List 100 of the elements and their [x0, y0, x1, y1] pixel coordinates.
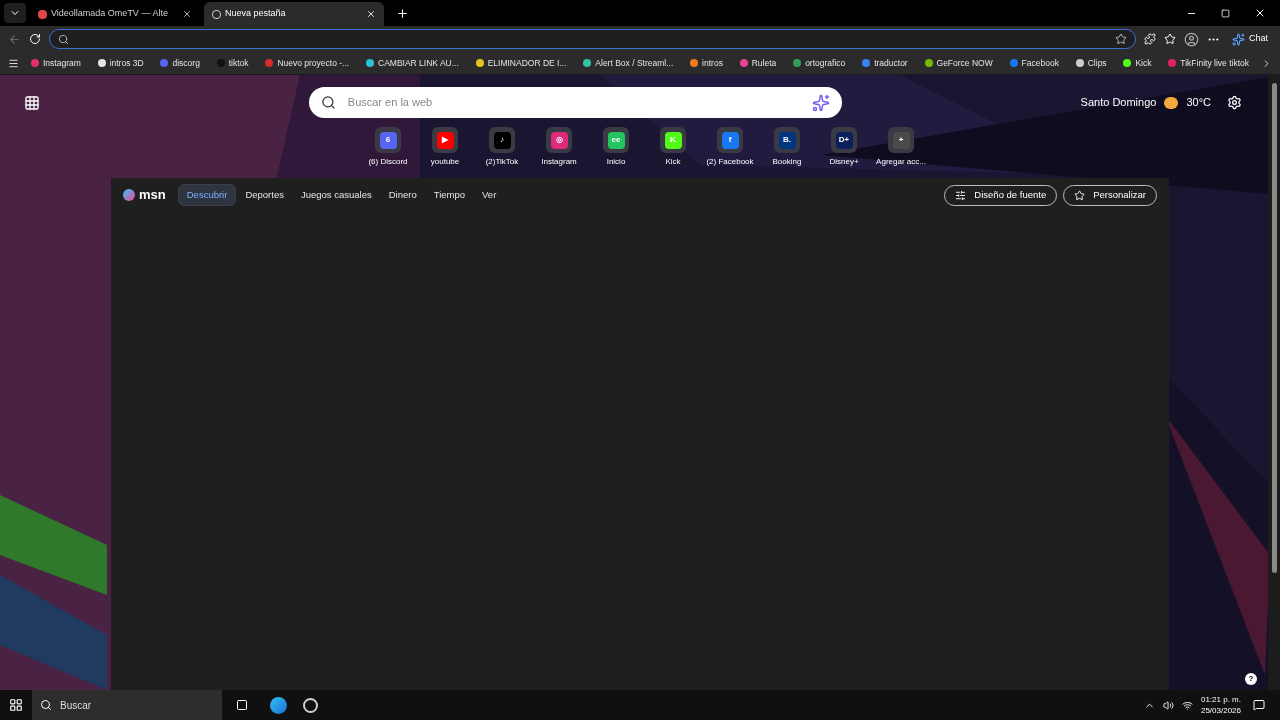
bookmark-link[interactable]: GeForce NOW	[936, 56, 993, 70]
browser-app-icon[interactable]	[270, 696, 287, 714]
bookmark-link[interactable]: Instagram	[43, 56, 81, 70]
tab-list-button[interactable]	[4, 3, 26, 23]
shortcut-label: (2)TikTok	[485, 156, 519, 168]
close-icon[interactable]	[366, 9, 376, 19]
apps-icon[interactable]	[24, 94, 40, 111]
network-icon[interactable]	[1181, 699, 1193, 711]
back-icon[interactable]	[8, 32, 21, 46]
feed-tab[interactable]: Ver	[474, 184, 505, 206]
circle-app-icon[interactable]	[303, 697, 318, 713]
shortcut-tile[interactable]: ee Inicio	[593, 127, 639, 168]
shortcut-tile[interactable]: + Agregar acc...	[878, 127, 924, 168]
shortcut-icon: B.	[778, 131, 796, 149]
taskbar-search-field[interactable]: Buscar	[32, 690, 222, 720]
bookmark-link[interactable]: Alert Box / Streaml...	[595, 56, 674, 70]
sliders-icon	[955, 189, 967, 201]
shortcut-icon: D+	[835, 131, 853, 149]
new-tab-icon[interactable]	[396, 6, 409, 20]
extensions-icon[interactable]	[1144, 33, 1156, 45]
feed-tab[interactable]: Tiempo	[425, 184, 474, 206]
shortcut-tile[interactable]: ◎ Instagram	[536, 127, 582, 168]
maximize-icon[interactable]	[1221, 8, 1230, 18]
shortcut-label: Agregar acc...	[876, 156, 926, 168]
bookmark-link[interactable]: Kick	[1135, 56, 1152, 70]
shortcut-tile[interactable]: f (2) Facebook	[707, 127, 753, 168]
shortcut-icon: ▶	[436, 131, 454, 149]
star-icon	[1074, 189, 1086, 201]
shortcut-icon: ee	[607, 131, 625, 149]
tab-favicon-icon	[38, 9, 47, 19]
clock-date: 25/03/2026	[1200, 705, 1241, 716]
search-icon	[320, 95, 336, 110]
shortcut-icon: ♪	[493, 131, 511, 149]
copilot-icon[interactable]	[811, 93, 830, 112]
shortcut-label: youtube	[430, 156, 460, 168]
web-search-field[interactable]: Buscar en la web	[308, 87, 842, 118]
shortcut-icon: K	[664, 131, 682, 149]
shortcut-tile[interactable]: D+ Disney+	[821, 127, 867, 168]
tab-title: Videollamada OmeTV — Alte	[51, 7, 169, 21]
msn-logo: msn	[139, 186, 166, 205]
feed-tab[interactable]: Descubrir	[177, 184, 237, 206]
feed-tab[interactable]: Deportes	[237, 184, 292, 206]
shortcut-icon: +	[892, 131, 910, 149]
chat-button[interactable]: Chat	[1228, 32, 1272, 46]
favorite-star-icon[interactable]	[1115, 33, 1127, 45]
volume-icon[interactable]	[1162, 699, 1174, 711]
shortcut-tile[interactable]: ▶ youtube	[422, 127, 468, 168]
address-field[interactable]	[49, 29, 1136, 49]
shortcut-tile[interactable]: B. Booking	[764, 127, 810, 168]
favorites-icon[interactable]	[1164, 33, 1176, 45]
shortcut-label: (2) Facebook	[706, 156, 754, 168]
weather-city: Santo Domingo	[1080, 95, 1157, 111]
bookmark-link[interactable]: CAMBIAR LINK AU...	[378, 56, 459, 70]
msn-logo-icon	[123, 189, 135, 201]
bookmark-link[interactable]: ortografico	[805, 56, 846, 70]
bookmark-link[interactable]: tiktok	[228, 56, 249, 70]
shortcut-tile[interactable]: ♪ (2)TikTok	[479, 127, 525, 168]
search-placeholder: Buscar	[60, 698, 93, 713]
close-icon[interactable]	[182, 9, 192, 19]
bookmark-link[interactable]: TikFinity live tiktok	[1180, 56, 1249, 70]
shortcut-icon: f	[721, 131, 739, 149]
shortcut-icon: 6	[379, 131, 397, 149]
browser-tab[interactable]: Videollamada OmeTV — Alte	[30, 2, 200, 26]
bookmark-link[interactable]: discorg	[172, 56, 200, 70]
shortcut-icon: ◎	[550, 131, 568, 149]
copilot-icon	[1232, 32, 1245, 46]
shortcut-label: Kick	[665, 156, 681, 168]
search-icon	[58, 33, 69, 45]
shortcut-label: Booking	[772, 156, 802, 168]
bookmark-link[interactable]: Ruleta	[751, 56, 777, 70]
search-placeholder: Buscar en la web	[347, 95, 434, 111]
search-icon	[40, 699, 52, 711]
shortcut-tile[interactable]: 6 (6) Discord	[365, 127, 411, 168]
bookmark-link[interactable]: intros	[702, 56, 723, 70]
windows-start-icon[interactable]	[9, 698, 23, 712]
bookmark-link[interactable]: Clips	[1087, 56, 1107, 70]
reading-list-icon[interactable]	[8, 57, 19, 69]
bookmark-link[interactable]: traductor	[874, 56, 908, 70]
bookmark-link[interactable]: ELIMINADOR DE I...	[487, 56, 567, 70]
profile-icon[interactable]	[1184, 31, 1199, 47]
shortcut-label: Disney+	[829, 156, 859, 168]
tab-favicon-icon	[212, 9, 221, 19]
bookmark-link[interactable]: intros 3D	[109, 56, 144, 70]
feed-tab[interactable]: Juegos casuales	[292, 184, 380, 206]
tab-title: Nueva pestaña	[225, 7, 287, 21]
settings-icon[interactable]	[1227, 95, 1242, 110]
feed-tab[interactable]: Dinero	[380, 184, 425, 206]
close-icon[interactable]	[1254, 7, 1266, 19]
notifications-icon[interactable]	[1253, 699, 1265, 711]
shortcut-label: Instagram	[541, 156, 577, 168]
scrollbar-thumb[interactable]	[1271, 83, 1277, 573]
shortcut-tile[interactable]: K Kick	[650, 127, 696, 168]
reload-icon[interactable]	[29, 33, 41, 45]
bookmark-link[interactable]: Nuevo proyecto -...	[277, 56, 350, 70]
weather-temperature: 30°C	[1186, 95, 1211, 111]
clock-time: 01:21 p. m.	[1200, 694, 1241, 705]
browser-tab[interactable]: Nueva pestaña	[204, 2, 384, 26]
shortcut-label: (6) Discord	[368, 156, 408, 168]
bookmark-link[interactable]: Facebook	[1021, 56, 1059, 70]
task-view-icon[interactable]	[236, 699, 248, 711]
